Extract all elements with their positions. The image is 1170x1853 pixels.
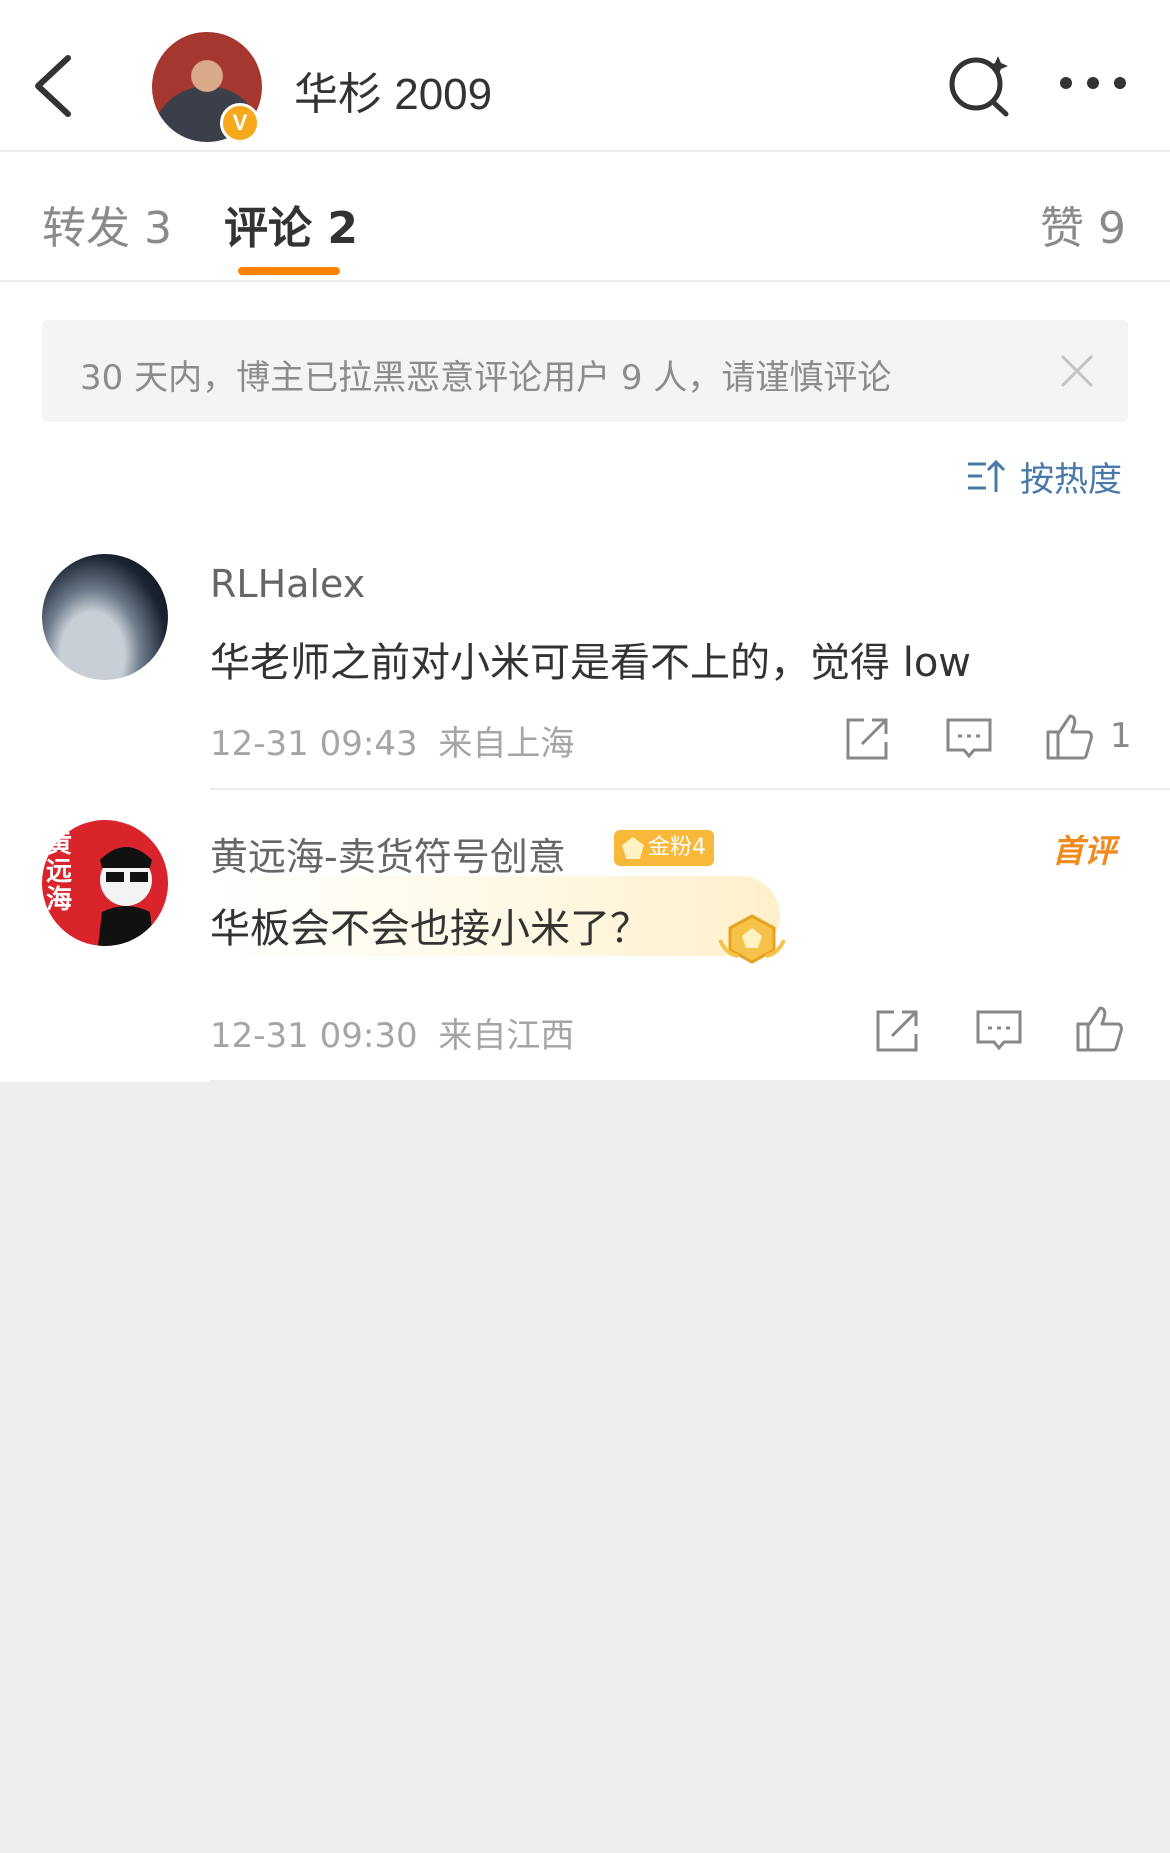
notice-banner: 30 天内，博主已拉黑恶意评论用户 9 人，请谨慎评论	[42, 320, 1128, 422]
verified-badge: V	[220, 103, 260, 143]
comment-text[interactable]: 华板会不会也接小米了？	[210, 896, 650, 954]
like-count: 1	[1110, 716, 1132, 756]
comment-meta: 12-31 09:30 来自江西	[210, 1008, 574, 1057]
divider	[210, 1080, 1170, 1082]
avatar[interactable]	[42, 554, 168, 680]
comment-location: 来自江西	[438, 1016, 575, 1056]
medal-icon	[718, 914, 786, 964]
page-title[interactable]: 华杉 2009	[294, 58, 492, 122]
share-icon[interactable]	[842, 714, 892, 764]
comment-icon[interactable]	[944, 714, 994, 764]
more-icon[interactable]	[1058, 68, 1128, 98]
tab-likes[interactable]: 赞 9	[1040, 192, 1126, 256]
back-arrow-icon[interactable]	[28, 50, 84, 122]
commenter-name[interactable]: 黄远海-卖货符号创意	[210, 826, 566, 881]
like-icon[interactable]	[1074, 1004, 1124, 1054]
comment-meta: 12-31 09:43 来自上海	[210, 716, 574, 765]
comment-text[interactable]: 华老师之前对小米可是看不上的，觉得 low	[210, 630, 971, 688]
comment-time: 12-31 09:30	[210, 1016, 418, 1056]
share-icon[interactable]	[872, 1006, 922, 1056]
notice-text: 30 天内，博主已拉黑恶意评论用户 9 人，请谨慎评论	[80, 358, 892, 398]
tab-bar: 转发 3 评论 2 赞 9	[0, 154, 1170, 282]
divider	[210, 788, 1170, 790]
tab-reposts[interactable]: 转发 3	[42, 192, 172, 256]
gem-icon	[622, 837, 644, 859]
tab-comments[interactable]: 评论 2	[224, 192, 358, 256]
fan-badge[interactable]: 金粉4	[614, 830, 714, 866]
avatar-text: 黄远海	[46, 829, 73, 915]
commenter-name[interactable]: RLHalex	[210, 562, 365, 606]
active-tab-indicator	[238, 267, 340, 275]
avatar[interactable]: 黄远海	[42, 820, 168, 946]
first-comment-badge: 首评	[1052, 832, 1117, 870]
comment-time: 12-31 09:43	[210, 724, 418, 764]
top-bar: V 华杉 2009	[0, 0, 1170, 152]
sort-icon	[968, 459, 1006, 492]
comment-location: 来自上海	[438, 724, 575, 764]
close-icon[interactable]	[1054, 348, 1100, 394]
like-icon[interactable]	[1044, 712, 1094, 762]
comment-icon[interactable]	[974, 1006, 1024, 1056]
sort-label: 按热度	[1020, 460, 1122, 500]
search-icon[interactable]	[948, 52, 1012, 118]
